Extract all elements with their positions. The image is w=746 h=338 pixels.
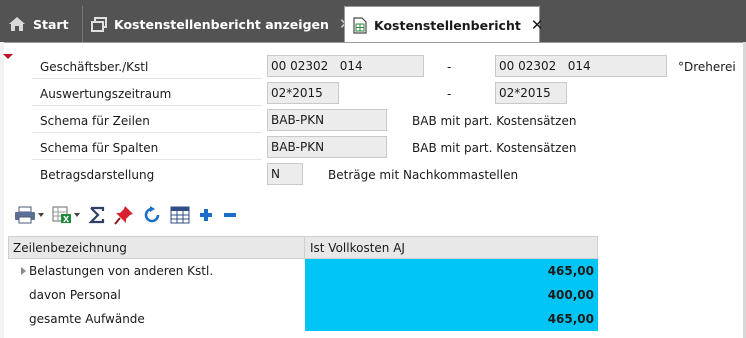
field-label: Schema für Zeilen [40,114,150,128]
report-icon [353,16,367,34]
window-icon [91,16,107,32]
range-separator: - [447,87,452,101]
print-icon [15,206,35,224]
column-header-ist-vollkosten[interactable]: Ist Vollkosten AJ [306,237,598,259]
field-label: Schema für Spalten [40,141,159,155]
form-row-schema-zeilen: Schema für Zeilen BAB-PKN BAB mit part. … [32,107,732,133]
table-icon [170,206,190,224]
collapse-toggle-icon[interactable] [3,54,13,59]
report-grid: Zeilenbezeichnung Ist Vollkosten AJ Bela… [8,236,598,331]
field-label: Auswertungszeitraum [40,87,172,101]
tab-start[interactable]: Start [0,6,78,42]
tab-anzeigen-label: Kostenstellenbericht anzeigen [114,16,329,32]
sum-icon [88,206,105,224]
expand-arrow-icon[interactable] [21,267,26,275]
refresh-icon [144,206,160,223]
home-icon [8,16,26,32]
table-row[interactable]: Belastungen von anderen Kstl. 465,00 [8,259,598,283]
left-edge [0,42,4,338]
schema-spalten-field[interactable]: BAB-PKN [267,136,387,158]
schema-zeilen-description: BAB mit part. Kostensätzen [412,114,577,128]
kostenstelle-description: °Dreherei [678,60,736,74]
refresh-button[interactable] [142,203,162,227]
period-to-field[interactable]: 02*2015 [495,82,567,104]
field-label: Geschäftsber./Kstl [40,60,149,74]
range-separator: - [447,60,452,74]
form-row-geschaeftsbereich: Geschäftsber./Kstl 00 02302 014 - 00 023… [32,53,736,79]
row-divider [32,132,262,133]
column-header-zeilenbezeichnung[interactable]: Zeilenbezeichnung [9,237,305,259]
grid-header: Zeilenbezeichnung Ist Vollkosten AJ [8,236,598,259]
row-value: 465,00 [305,259,598,283]
minus-icon [224,213,236,217]
svg-text:X: X [63,215,70,224]
row-label: Belastungen von anderen Kstl. [29,264,214,278]
tab-kostenstellenbericht[interactable]: Kostenstellenbericht ✕ [344,6,543,43]
tab-kostenstellenbericht-anzeigen[interactable]: Kostenstellenbericht anzeigen ✕ [82,6,351,42]
kostenstelle-from-field[interactable]: 00 02302 014 [267,55,424,77]
excel-export-icon: X [52,206,71,224]
schema-zeilen-field[interactable]: BAB-PKN [267,109,387,131]
period-from-field[interactable]: 02*2015 [267,82,339,104]
chevron-down-icon [74,213,80,217]
form-row-schema-spalten: Schema für Spalten BAB-PKN BAB mit part.… [32,134,732,160]
form-row-auswertungszeitraum: Auswertungszeitraum 02*2015 - 02*2015 [32,80,732,106]
kostenstelle-to-field[interactable]: 00 02302 014 [495,55,667,77]
report-toolbar: X [14,200,246,230]
sum-button[interactable] [88,203,106,227]
tab-bar: Start Kostenstellenbericht anzeigen ✕ Ko… [0,0,746,43]
form-row-betragsdarstellung: Betragsdarstellung N Beträge mit Nachkom… [32,161,732,187]
collapse-all-button[interactable] [222,203,238,227]
row-divider [32,105,262,106]
print-button[interactable] [14,203,44,227]
close-icon[interactable]: ✕ [531,16,544,34]
table-layout-button[interactable] [170,203,190,227]
table-row[interactable]: gesamte Aufwände 465,00 [8,307,598,331]
row-divider [32,78,262,79]
field-label: Betragsdarstellung [40,168,155,182]
excel-export-button[interactable]: X [52,203,80,227]
betragsdarstellung-field[interactable]: N [267,163,303,185]
table-row[interactable]: davon Personal 400,00 [8,283,598,307]
plus-icon [200,209,212,221]
tab-bericht-label: Kostenstellenbericht [374,17,521,33]
row-label: davon Personal [29,288,121,302]
tab-start-label: Start [33,16,69,32]
row-label: gesamte Aufwände [29,312,145,326]
schema-spalten-description: BAB mit part. Kostensätzen [412,141,577,155]
row-divider [32,159,262,160]
row-value: 465,00 [305,307,598,331]
betragsdarstellung-description: Beträge mit Nachkommastellen [328,168,519,182]
chevron-down-icon [38,213,44,217]
row-value: 400,00 [305,283,598,307]
expand-all-button[interactable] [198,203,214,227]
pin-button[interactable] [114,203,134,227]
pin-icon [114,206,133,225]
